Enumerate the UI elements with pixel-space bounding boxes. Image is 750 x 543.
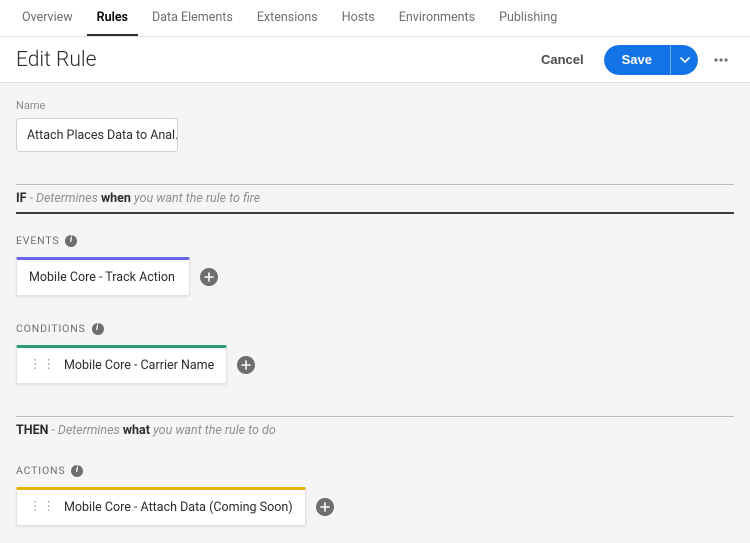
save-button[interactable]: Save [604, 45, 670, 75]
then-prefix: THEN [16, 423, 48, 438]
more-icon [712, 51, 730, 69]
condition-card-label: Mobile Core - Carrier Name [64, 358, 214, 373]
plus-icon [320, 502, 330, 512]
then-mid: - Determines [48, 423, 122, 438]
if-bar: IF - Determines when you want the rule t… [16, 184, 734, 214]
conditions-heading-label: CONDITIONS [16, 322, 86, 335]
if-mid: - Determines [27, 191, 101, 206]
events-heading-label: EVENTS [16, 234, 59, 247]
then-bar: THEN - Determines what you want the rule… [16, 416, 734, 444]
add-condition-button[interactable] [237, 356, 255, 374]
actions-row: ⋮⋮ Mobile Core - Attach Data (Coming Soo… [16, 487, 734, 526]
page-title: Edit Rule [16, 48, 96, 72]
plus-icon [241, 360, 251, 370]
nav-item-data-elements[interactable]: Data Elements [142, 0, 243, 36]
name-label: Name [16, 99, 734, 112]
page-header: Edit Rule Cancel Save [0, 37, 750, 83]
info-icon[interactable]: i [92, 323, 104, 335]
then-keyword: what [123, 423, 150, 438]
if-prefix: IF [16, 191, 27, 206]
conditions-row: ⋮⋮ Mobile Core - Carrier Name [16, 345, 734, 384]
event-card-label: Mobile Core - Track Action [29, 270, 175, 285]
drag-handle-icon[interactable]: ⋮⋮ [29, 501, 56, 514]
nav-item-environments[interactable]: Environments [389, 0, 485, 36]
name-input[interactable]: Attach Places Data to Anal… [16, 118, 178, 152]
info-icon[interactable]: i [65, 235, 77, 247]
save-dropdown-button[interactable] [670, 45, 698, 75]
action-card[interactable]: ⋮⋮ Mobile Core - Attach Data (Coming Soo… [16, 487, 306, 526]
actions-heading-label: ACTIONS [16, 464, 65, 477]
content: Name Attach Places Data to Anal… IF - De… [0, 83, 750, 542]
if-suffix: you want the rule to fire [131, 191, 260, 206]
event-card[interactable]: Mobile Core - Track Action [16, 257, 190, 296]
info-icon[interactable]: i [71, 465, 83, 477]
nav-item-publishing[interactable]: Publishing [489, 0, 567, 36]
action-card-label: Mobile Core - Attach Data (Coming Soon) [64, 500, 293, 515]
save-split-button: Save [604, 45, 698, 75]
cancel-button[interactable]: Cancel [531, 46, 594, 73]
condition-card[interactable]: ⋮⋮ Mobile Core - Carrier Name [16, 345, 227, 384]
plus-icon [204, 272, 214, 282]
nav-item-overview[interactable]: Overview [12, 0, 83, 36]
nav-item-hosts[interactable]: Hosts [332, 0, 385, 36]
add-action-button[interactable] [316, 498, 334, 516]
if-keyword: when [101, 191, 131, 206]
drag-handle-icon[interactable]: ⋮⋮ [29, 359, 56, 372]
if-section: IF - Determines when you want the rule t… [16, 184, 734, 384]
name-field-group: Name Attach Places Data to Anal… [16, 99, 734, 152]
header-actions: Cancel Save [531, 45, 734, 75]
then-section: THEN - Determines what you want the rule… [16, 416, 734, 526]
add-event-button[interactable] [200, 268, 218, 286]
more-actions-button[interactable] [708, 47, 734, 73]
then-suffix: you want the rule to do [150, 423, 276, 438]
nav-item-extensions[interactable]: Extensions [247, 0, 328, 36]
events-row: Mobile Core - Track Action [16, 257, 734, 296]
conditions-heading: CONDITIONS i [16, 322, 734, 335]
top-nav: Overview Rules Data Elements Extensions … [0, 0, 750, 37]
events-heading: EVENTS i [16, 234, 734, 247]
chevron-down-icon [680, 55, 690, 65]
nav-item-rules[interactable]: Rules [87, 0, 138, 36]
actions-heading: ACTIONS i [16, 464, 734, 477]
